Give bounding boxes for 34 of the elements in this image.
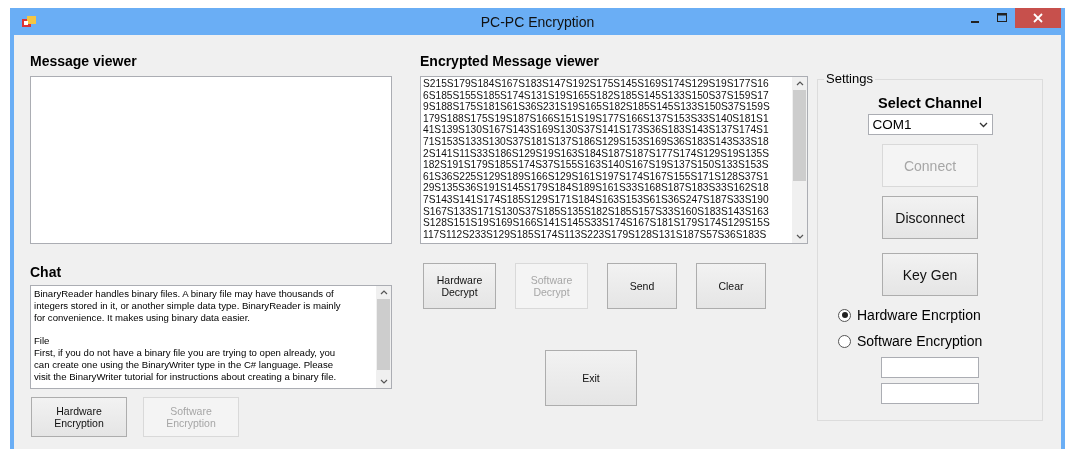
minimize-icon bbox=[970, 20, 979, 23]
encrypted-text-area[interactable]: S215S179S184S167S183S147S192S175S145S169S174S129S19S177S16 6S185S155S185S174S131S19S165S182S185S145S133S150S37S159S17 9S188S175S181S61S36S231S19S165S182S185S145S133S150S37S159S 179S188S175S19S187S166S151S19S177S166S137S153S33S140S181S1 41S139S130S167S143S169S130S37S141S173S36S183S143S137S174S1 71S153S133S130S37S181S137S186S129S153S169S36S183S143S33S18 2S141S11S33S186S129S19S163S184S187S187S177S174S129S19S135S 182S191S179S185S174S37S155S163S140S167S19S137S150S133S153S 61S36S225S129S189S166S129S161S197S174S167S155S171S128S37S1 29S135S36S191S145S179S184S189S161S33S168S187S183S33S162S18 7S143S141S174S185S129S171S184S163S153S61S36S247S187S33S190 S167S133S171S130S37S185S135S182S185S157S33S160S183S143S163 S128S151S19S169S166S141S145S33S174S167S181S179S174S129S15S 117S112S233S129S185S174S113S223S179S128S131S187S57S36S183S bbox=[420, 76, 808, 244]
close-button[interactable] bbox=[1015, 8, 1061, 28]
section-title: Encrypted Message viewer bbox=[420, 53, 600, 69]
scrollbar[interactable] bbox=[792, 77, 807, 243]
radio-label[interactable]: Software Encryption bbox=[857, 333, 983, 349]
dropdown-caret-icon bbox=[978, 121, 988, 128]
settings-button[interactable]: Key Gen bbox=[882, 253, 978, 296]
scrollbar[interactable] bbox=[376, 286, 391, 388]
exit-button[interactable]: Exit bbox=[545, 350, 637, 406]
action-button[interactable]: Hardware Decrypt bbox=[423, 263, 496, 309]
channel-dropdown[interactable]: COM1 bbox=[867, 114, 993, 135]
scroll-up-icon[interactable] bbox=[379, 290, 388, 295]
scroll-up-icon[interactable] bbox=[795, 81, 804, 86]
scroll-down-icon[interactable] bbox=[379, 379, 388, 384]
maximize-icon bbox=[996, 13, 1007, 23]
action-button[interactable]: Clear bbox=[696, 263, 766, 309]
chat-text-area[interactable]: BinaryReader handles binary files. A binary file may have thousands of integers stored in it, or another simple data type. BinaryReader is mainly for convenience. It makes using binary data easier. File First, if you do not have a binary file you are trying to open already, you can create one using the BinaryWriter type in the C# language. Please visit the BinaryWriter tutorial for instructions about creating a binary file. bbox=[30, 285, 392, 389]
radio-label[interactable]: Hardware Encrption bbox=[857, 307, 981, 323]
action-button[interactable]: Send bbox=[607, 263, 677, 309]
window-title: PC-PC Encryption bbox=[480, 13, 595, 30]
close-icon bbox=[1033, 13, 1043, 23]
app-icon bbox=[22, 15, 36, 28]
group-title: Settings bbox=[824, 71, 875, 86]
text-field[interactable] bbox=[881, 357, 979, 378]
section-title: Message viewer bbox=[30, 53, 138, 69]
radio-button[interactable] bbox=[838, 308, 851, 322]
section-title: Chat bbox=[30, 264, 63, 280]
settings-button[interactable]: Disconnect bbox=[882, 196, 978, 239]
encryption-button[interactable]: Hardware Encryption bbox=[31, 397, 127, 437]
scroll-down-icon[interactable] bbox=[795, 234, 804, 239]
radio-button[interactable] bbox=[838, 334, 851, 348]
text-field[interactable] bbox=[881, 383, 979, 404]
channel-label: Select Channel bbox=[878, 95, 982, 111]
